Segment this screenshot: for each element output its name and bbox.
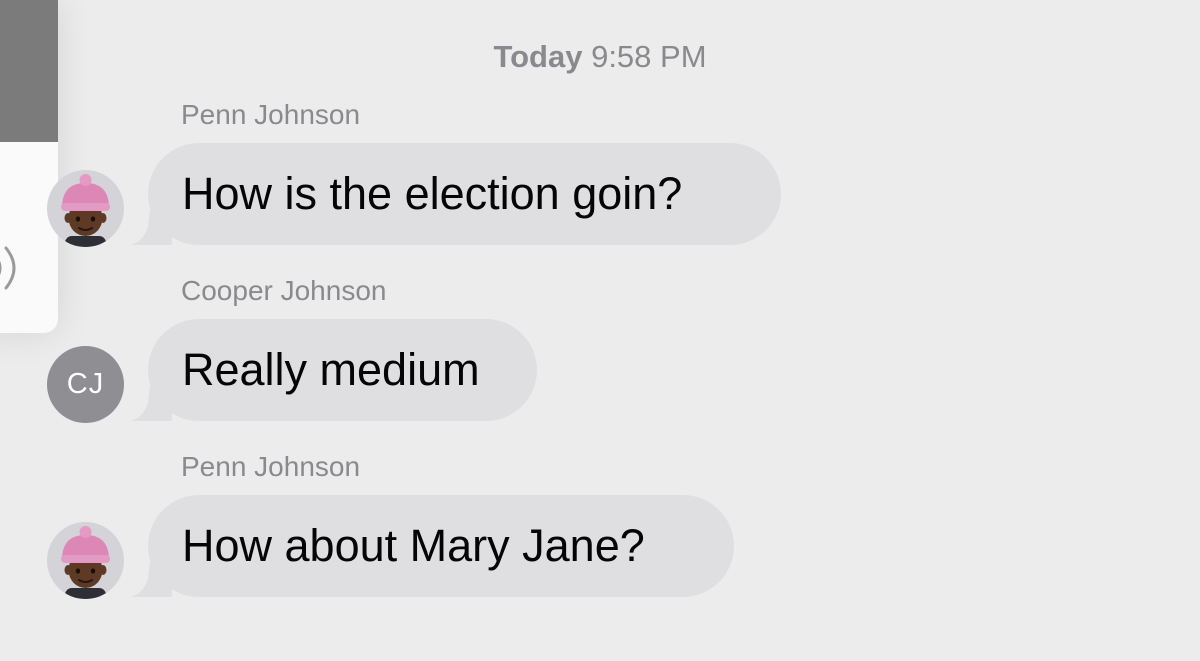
memoji-icon <box>61 174 110 247</box>
bubble-tail <box>130 209 172 245</box>
message-bubble[interactable]: Really medium <box>130 319 537 421</box>
message-bubble[interactable]: How about Mary Jane? <box>130 495 734 597</box>
timestamp: Today 9:58 PM <box>0 39 1200 75</box>
avatar[interactable] <box>47 522 124 599</box>
sender-name: Penn Johnson <box>181 99 361 130</box>
avatar-initials: CJ <box>66 368 105 400</box>
bubble-tail <box>130 561 172 597</box>
timestamp-day: Today <box>493 39 583 74</box>
timestamp-time: 9:58 PM <box>591 39 707 74</box>
bubble-tail <box>130 385 172 421</box>
avatar[interactable]: CJ <box>47 346 124 423</box>
airplay-audio-icon[interactable] <box>0 246 24 290</box>
memoji-icon <box>61 526 110 599</box>
message-text: How about Mary Jane? <box>182 520 645 571</box>
avatar[interactable] <box>47 170 124 247</box>
message-text: Really medium <box>182 344 480 395</box>
message-text: How is the election goin? <box>182 168 683 219</box>
sender-name: Cooper Johnson <box>181 275 387 306</box>
sender-name: Penn Johnson <box>181 451 361 482</box>
message-bubble[interactable]: How is the election goin? <box>130 143 781 245</box>
